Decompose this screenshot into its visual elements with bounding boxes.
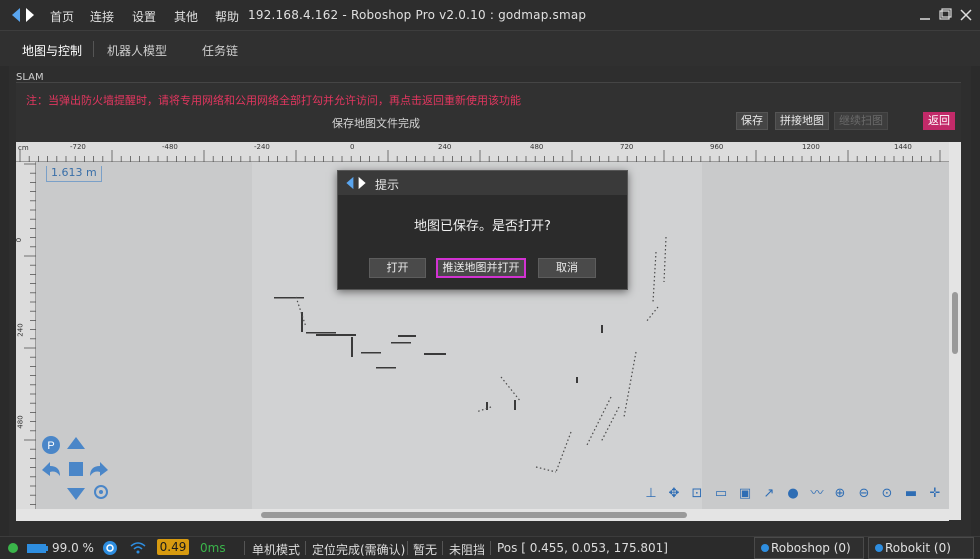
sync-icon[interactable] — [102, 540, 118, 556]
dialog-message: 地图已保存。是否打开? — [414, 219, 551, 234]
zoom-in-icon[interactable]: ⊕ — [832, 486, 848, 502]
move-icon[interactable]: ✥ — [666, 486, 682, 502]
tab-task-chain[interactable]: 任务链 — [202, 42, 238, 59]
open-button[interactable]: 打开 — [369, 258, 426, 278]
maximize-icon[interactable] — [936, 6, 954, 24]
minimize-icon[interactable] — [916, 6, 934, 24]
tab-map-control[interactable]: 地图与控制 — [22, 42, 82, 59]
arrow-down-icon[interactable] — [67, 488, 85, 500]
latency-text: 0ms — [200, 541, 226, 555]
anchor-icon[interactable]: ⊥ — [643, 486, 659, 502]
image-icon[interactable]: ▣ — [737, 486, 753, 502]
roboshop-logo-icon — [12, 8, 34, 22]
alarm-status: 暂无 — [413, 543, 438, 557]
o-icon[interactable]: ● — [785, 486, 801, 502]
map-vertical-scrollbar[interactable] — [949, 142, 961, 520]
stop-icon[interactable] — [69, 462, 83, 476]
arrow-right-icon[interactable] — [90, 462, 108, 476]
firewall-notice: 注：当弹出防火墙提醒时，请将专用网络和公用网络全部打勾并允许访问，再点击返回重新… — [26, 94, 521, 107]
status-divider — [442, 541, 443, 555]
tab-bar: 地图与控制 机器人模型 任务链 — [0, 30, 980, 66]
export-icon[interactable]: ↗ — [761, 486, 777, 502]
status-divider — [305, 541, 306, 555]
battery-icon — [27, 544, 48, 553]
arrow-up-icon[interactable] — [67, 437, 85, 449]
status-divider — [244, 541, 245, 555]
back-button[interactable]: 返回 — [923, 112, 955, 130]
save-status-text: 保存地图文件完成 — [332, 117, 420, 130]
status-divider — [490, 541, 491, 555]
roboshop-log-label: Roboshop (0) — [771, 541, 851, 555]
status-divider — [407, 541, 408, 555]
mode-text: 单机模式 — [252, 543, 301, 557]
layer-icon[interactable]: ▬ — [903, 486, 919, 502]
window-title: 192.168.4.162 - Roboshop Pro v2.0.10 : g… — [248, 8, 587, 22]
save-prompt-dialog: 提示 地图已保存。是否打开? 打开 推送地图并打开 取消 — [337, 170, 628, 290]
wave-icon[interactable]: 〰 — [809, 486, 825, 502]
menu-other[interactable]: 其他 — [174, 8, 198, 25]
scroll-thumb[interactable] — [261, 512, 687, 518]
cancel-button[interactable]: 取消 — [538, 258, 596, 278]
svg-text:P: P — [47, 440, 54, 452]
robot-pose: Pos [ 0.455, 0.053, 175.801] — [497, 541, 668, 555]
frame-icon[interactable]: ▭ — [713, 486, 729, 502]
battery-level: 99.0 % — [52, 541, 94, 555]
menu-home[interactable]: 首页 — [50, 8, 74, 25]
save-button[interactable]: 保存 — [736, 112, 768, 130]
nav-pad: P — [42, 436, 108, 500]
menu-connect[interactable]: 连接 — [90, 8, 114, 25]
signal-value-badge: 0.49 — [157, 539, 189, 555]
robokit-log-label: Robokit (0) — [885, 541, 951, 555]
settings-icon[interactable] — [94, 485, 108, 499]
robokit-log-tab[interactable]: Robokit (0) — [868, 537, 974, 559]
dialog-title: 提示 — [375, 178, 400, 192]
dialog-title-bar: 提示 — [338, 171, 627, 195]
connection-status-icon — [8, 543, 18, 553]
info-icon — [761, 544, 769, 552]
p-icon[interactable]: P — [42, 436, 60, 454]
wifi-icon — [130, 542, 146, 554]
info-icon — [875, 544, 883, 552]
arrow-left-icon[interactable] — [42, 462, 60, 476]
zoom-fit-icon[interactable]: ⊙ — [879, 486, 895, 502]
tab-robot-model[interactable]: 机器人模型 — [107, 42, 167, 59]
menu-settings[interactable]: 设置 — [132, 8, 156, 25]
zoom-out-icon[interactable]: ⊖ — [856, 486, 872, 502]
block-status: 未阻挡 — [449, 543, 486, 557]
status-bar: 99.0 % 0.49 0ms 单机模式 定位完成(需确认) 暂无 未阻挡 Po… — [0, 536, 980, 559]
map-horizontal-scrollbar[interactable] — [16, 509, 949, 521]
select-icon[interactable]: ⊡ — [689, 486, 705, 502]
fullscreen-icon[interactable]: ✛ — [927, 486, 943, 502]
close-icon[interactable] — [957, 6, 975, 24]
stitch-map-button[interactable]: 拼接地图 — [775, 112, 829, 130]
tab-divider — [93, 41, 94, 57]
roboshop-log-tab[interactable]: Roboshop (0) — [754, 537, 864, 559]
continue-scan-button[interactable]: 继续扫图 — [834, 112, 888, 130]
localization-status[interactable]: 定位完成(需确认) — [312, 541, 405, 558]
title-bar: 首页 连接 设置 其他 帮助 192.168.4.162 - Roboshop … — [0, 0, 980, 30]
roboshop-logo-icon — [346, 176, 366, 190]
scroll-thumb[interactable] — [952, 292, 958, 354]
menu-help[interactable]: 帮助 — [215, 8, 239, 25]
push-and-open-button[interactable]: 推送地图并打开 — [436, 258, 526, 278]
